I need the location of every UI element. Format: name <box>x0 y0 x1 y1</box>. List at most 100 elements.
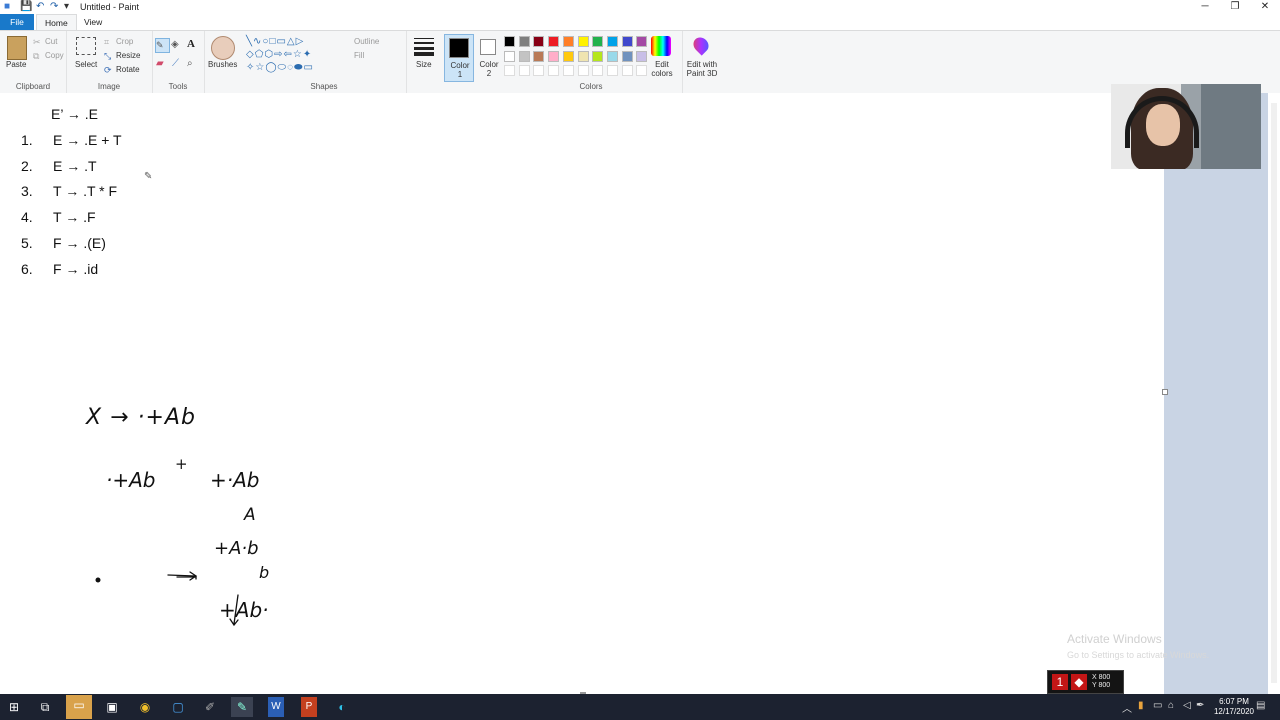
paint-taskbar-icon[interactable]: ✎ <box>231 697 253 717</box>
tray-app-icon[interactable]: ▮ <box>1138 700 1144 711</box>
rotate-button[interactable]: Rotate <box>116 65 140 74</box>
color-swatch[interactable] <box>562 36 574 47</box>
custom-color-slot[interactable] <box>533 65 545 76</box>
color-swatch[interactable] <box>606 50 618 62</box>
color-swatch[interactable] <box>533 36 545 47</box>
color-swatch[interactable] <box>518 50 530 62</box>
magnifier-icon[interactable]: ⌕ <box>187 58 193 70</box>
recorder-widget[interactable]: 1 ◆ X 800 Y 800 <box>1047 670 1124 694</box>
crop-button[interactable]: Crop <box>116 37 133 46</box>
custom-color-slot[interactable] <box>504 65 515 76</box>
color-swatch[interactable] <box>621 36 633 47</box>
color-swatch[interactable] <box>548 36 560 47</box>
color-swatch[interactable] <box>636 36 648 47</box>
color2-button[interactable]: Color 2 <box>476 34 500 80</box>
undo-icon[interactable]: ↶ <box>36 1 44 12</box>
custom-color-slot[interactable] <box>577 65 589 76</box>
chrome-icon[interactable]: ◉ <box>134 697 156 717</box>
color-swatch[interactable] <box>592 36 604 47</box>
size-button[interactable]: Size <box>416 60 432 69</box>
colors-group-label: Colors <box>579 82 603 91</box>
custom-color-slot[interactable] <box>592 65 604 76</box>
color-swatch[interactable] <box>518 36 530 47</box>
tab-file[interactable]: File <box>0 14 34 30</box>
color-swatch[interactable] <box>606 36 618 47</box>
handwritten-step1-symbol: + <box>175 455 188 473</box>
color-swatch[interactable] <box>636 50 648 62</box>
grammar-start-rule: E’ → .E <box>51 106 98 122</box>
color-swatch[interactable] <box>621 50 633 62</box>
edge-icon[interactable]: ◐ <box>331 697 353 717</box>
copy-icon: ⧉ <box>33 51 40 61</box>
custom-color-slot[interactable] <box>562 65 574 76</box>
brushes-button[interactable]: Brushes <box>208 60 237 69</box>
text-tool-icon[interactable]: A <box>187 38 195 50</box>
save-icon[interactable]: 💾 <box>20 1 32 12</box>
vertical-scrollbar[interactable] <box>1268 93 1280 694</box>
paste-icon[interactable] <box>7 36 27 60</box>
pen-workspace-icon[interactable]: ✒ <box>1196 700 1204 711</box>
size-icon[interactable] <box>414 38 434 56</box>
file-explorer-icon[interactable]: ▭ <box>66 695 92 719</box>
color-swatch[interactable] <box>533 50 545 62</box>
start-icon[interactable]: ⊞ <box>3 697 25 717</box>
select-icon[interactable] <box>76 37 96 55</box>
recorder-logo-icon: 1 <box>1052 674 1068 690</box>
tab-view[interactable]: View <box>76 14 110 30</box>
word-icon[interactable]: W <box>268 697 284 717</box>
pencil-icon[interactable]: ✎ <box>155 38 170 53</box>
handwritten-step3-to: +Ab· <box>219 598 269 622</box>
select-button[interactable]: Select <box>75 60 97 69</box>
edit-colors-button[interactable]: Edit colors <box>647 60 677 78</box>
close-button[interactable]: ✕ <box>1250 0 1280 14</box>
eraser-icon[interactable]: ▰ <box>156 58 164 70</box>
custom-color-slot[interactable] <box>548 65 560 76</box>
canvas-resize-handle[interactable] <box>1162 389 1168 395</box>
fill-button[interactable]: Fill <box>354 51 364 60</box>
store-icon[interactable]: ▣ <box>101 697 123 717</box>
brushes-icon[interactable] <box>211 36 235 60</box>
task-view-icon[interactable]: ⧉ <box>34 697 56 717</box>
recorder-y: Y 800 <box>1092 682 1111 689</box>
outline-button[interactable]: Outline <box>354 37 379 46</box>
color-swatch[interactable] <box>562 50 574 62</box>
tray-chevron-icon[interactable]: ︿ <box>1122 700 1132 715</box>
color-swatch[interactable] <box>577 36 589 47</box>
volume-icon[interactable]: ◁ <box>1183 700 1191 711</box>
restore-button[interactable]: ❐ <box>1220 0 1250 14</box>
color-swatch[interactable] <box>504 50 515 62</box>
color1-button[interactable]: Color 1 <box>444 34 474 82</box>
custom-color-slot[interactable] <box>621 65 633 76</box>
customize-quick-access-icon[interactable]: ▾ <box>64 1 69 12</box>
color-swatch[interactable] <box>504 36 515 47</box>
powerpoint-icon[interactable]: P <box>301 697 317 717</box>
paint3d-button[interactable]: Edit with Paint 3D <box>682 60 722 78</box>
tray-display-icon[interactable]: ▭ <box>1153 700 1162 711</box>
network-icon[interactable]: ⌂ <box>1168 700 1174 711</box>
taskbar-clock[interactable]: 6:07 PM 12/17/2020 <box>1214 697 1254 717</box>
zoom-icon[interactable]: ▢ <box>167 697 189 717</box>
color2-label: Color 2 <box>479 60 499 78</box>
shapes-gallery[interactable]: ╲∿○□▭△▷ ◇⬠⬡⇨⇦☆✦ ✧☆◯⬭◌⬬▭ <box>246 35 346 75</box>
redo-icon[interactable]: ↷ <box>50 1 58 12</box>
color-swatch[interactable] <box>548 50 560 62</box>
drawing-canvas[interactable]: E’ → .E 1. E → .E + T 2. E → .T 3. T → .T * F… <box>0 93 1164 694</box>
custom-color-slot[interactable] <box>606 65 618 76</box>
cut-button[interactable]: Cut <box>45 37 57 46</box>
paste-button[interactable]: Paste <box>6 60 26 69</box>
color-picker-icon[interactable]: ⟋ <box>172 58 179 70</box>
color-swatch[interactable] <box>592 50 604 62</box>
notification-icon[interactable]: ▤ <box>1256 700 1265 711</box>
custom-color-slot[interactable] <box>636 65 648 76</box>
copy-button[interactable]: Copy <box>45 51 64 60</box>
resize-button[interactable]: Resize <box>116 51 140 60</box>
custom-color-slot[interactable] <box>518 65 530 76</box>
ribbon-tabs: File Home View <box>0 14 1280 30</box>
pen-app-icon[interactable]: ✐ <box>199 697 221 717</box>
paint3d-icon[interactable] <box>690 34 712 56</box>
edit-colors-icon[interactable] <box>651 36 671 56</box>
fill-bucket-icon[interactable]: ◈ <box>171 39 179 51</box>
tab-home[interactable]: Home <box>36 14 77 30</box>
color-swatch[interactable] <box>577 50 589 62</box>
minimize-button[interactable]: ─ <box>1190 0 1220 14</box>
